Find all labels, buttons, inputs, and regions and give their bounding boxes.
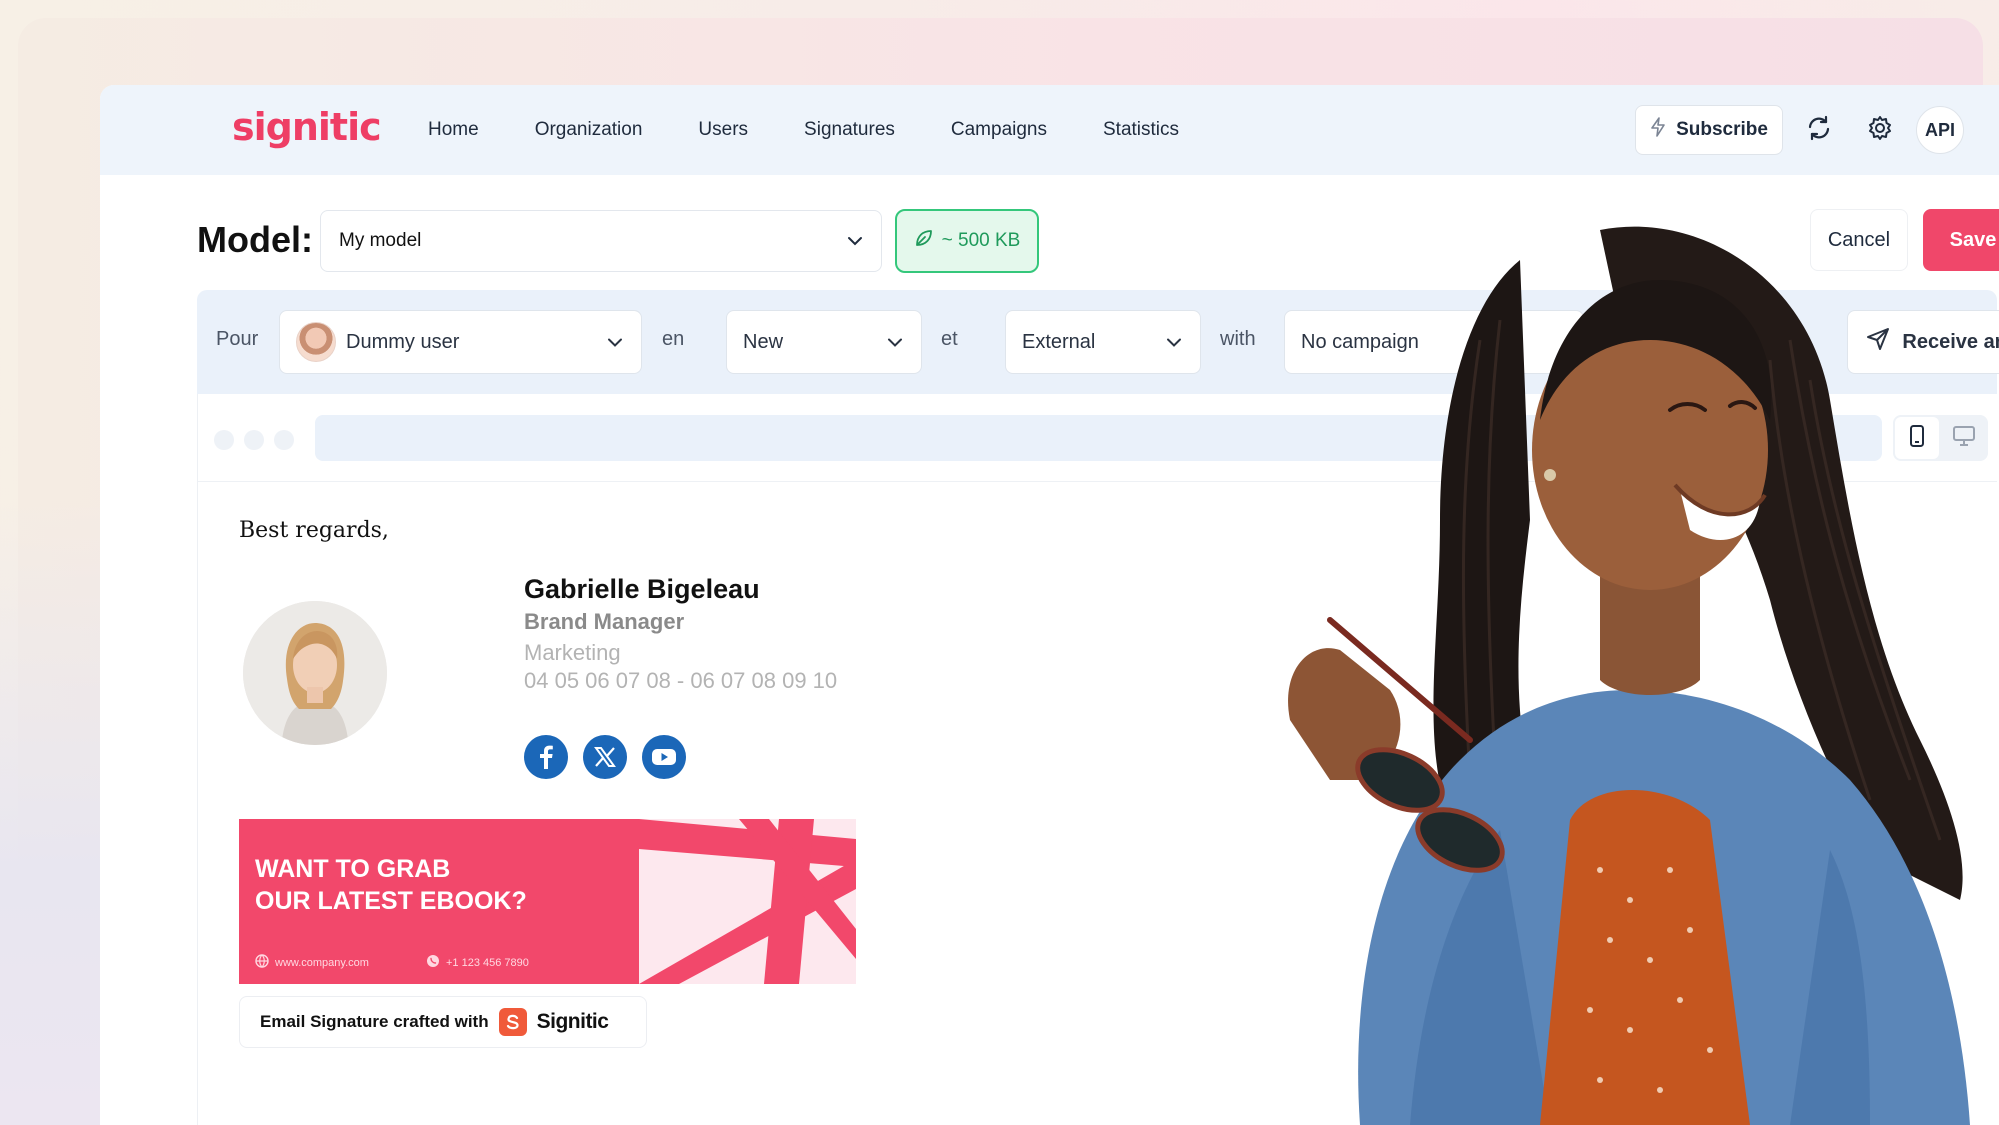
x-icon[interactable] [583, 735, 627, 779]
banner-title-line1: WANT TO GRAB [255, 855, 451, 883]
user-select[interactable]: Dummy user [279, 310, 642, 374]
crafted-with-badge[interactable]: Email Signature crafted with Signitic [239, 996, 647, 1048]
en-label: en [662, 328, 685, 350]
top-nav: signitic Home Organization Users Signatu… [100, 85, 1999, 175]
nav-item-users[interactable]: Users [698, 119, 748, 141]
subscribe-label: Subscribe [1676, 119, 1768, 140]
window-dot [274, 430, 294, 450]
refresh-icon [1806, 115, 1832, 146]
pour-label: Pour [216, 328, 259, 350]
window-dot [214, 430, 234, 450]
nav-item-statistics[interactable]: Statistics [1103, 119, 1179, 141]
banner-title-line2: OUR LATEST EBOOK? [255, 887, 527, 915]
model-select-value: My model [339, 230, 422, 251]
audience-select-value: External [1022, 330, 1096, 353]
banner-phone-text: +1 123 456 7890 [446, 956, 529, 969]
nav-item-organization[interactable]: Organization [535, 119, 643, 141]
user-select-value: Dummy user [346, 330, 460, 353]
signature-name: Gabrielle Bigeleau [524, 574, 760, 604]
crafted-brand: Signitic [536, 1010, 609, 1033]
api-button[interactable]: API [1916, 106, 1964, 154]
signature-department: Marketing [524, 640, 621, 665]
whatsapp-icon [426, 954, 440, 971]
background-haze [0, 500, 100, 1125]
gear-icon [1867, 115, 1893, 146]
chevron-down-icon [607, 331, 623, 354]
logo[interactable]: signitic [232, 105, 382, 149]
subscribe-button[interactable]: Subscribe [1635, 105, 1783, 155]
model-select[interactable]: My model [320, 210, 882, 272]
status-select[interactable]: New [726, 310, 922, 374]
et-label: et [941, 328, 958, 350]
nav-item-signatures[interactable]: Signatures [804, 119, 895, 141]
signitic-logo-icon [498, 1008, 527, 1036]
status-select-value: New [743, 330, 784, 353]
chevron-down-icon [847, 230, 863, 252]
banner-title: WANT TO GRAB OUR LATEST EBOOK? [255, 853, 527, 917]
banner-website: www.company.com [255, 954, 369, 971]
settings-button[interactable] [1857, 107, 1903, 153]
signature-phone: 04 05 06 07 08 - 06 07 08 09 10 [524, 668, 838, 693]
audience-select[interactable]: External [1005, 310, 1201, 374]
sync-button[interactable] [1796, 107, 1842, 153]
model-label: Model: [197, 219, 313, 260]
youtube-icon[interactable] [642, 735, 686, 779]
crafted-text: Email Signature crafted with [260, 1012, 489, 1031]
weight-value: ~ 500 KB [941, 230, 1021, 251]
leaf-icon [914, 228, 934, 254]
chevron-down-icon [887, 331, 903, 354]
nav-item-campaigns[interactable]: Campaigns [951, 119, 1047, 141]
email-greeting: Best regards, [239, 518, 389, 543]
signature-role: Brand Manager [524, 609, 685, 634]
woman-photo [1270, 220, 1999, 1125]
avatar [296, 322, 336, 362]
nav-item-home[interactable]: Home [428, 119, 479, 141]
signature-photo [243, 601, 387, 745]
with-label: with [1220, 328, 1256, 350]
banner-phone: +1 123 456 7890 [426, 954, 529, 971]
window-dot [244, 430, 264, 450]
globe-icon [255, 954, 269, 971]
facebook-icon[interactable] [524, 735, 568, 779]
weight-badge: ~ 500 KB [895, 209, 1039, 273]
banner-website-text: www.company.com [275, 956, 369, 969]
lightning-icon [1650, 117, 1666, 143]
nav-menu: Home Organization Users Signatures Campa… [428, 85, 1179, 175]
chevron-down-icon [1166, 331, 1182, 354]
ebook-banner[interactable]: WANT TO GRAB OUR LATEST EBOOK? www.compa… [239, 819, 856, 984]
